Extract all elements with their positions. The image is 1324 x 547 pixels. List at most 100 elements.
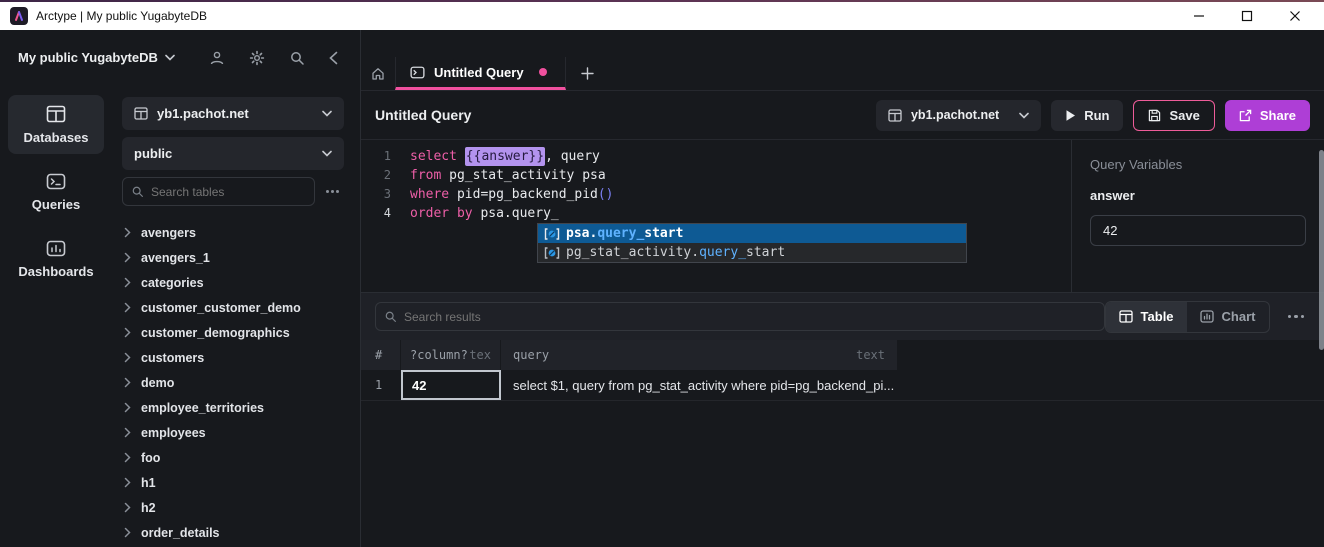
cell[interactable]: select $1, query from pg_stat_activity w… <box>501 370 898 400</box>
window-title: Arctype | My public YugabyteDB <box>36 9 207 23</box>
code-line: 2from pg_stat_activity psa <box>361 166 1071 185</box>
table-view-button[interactable]: Table <box>1106 302 1187 332</box>
settings-gear-icon[interactable] <box>249 50 265 66</box>
chevron-down-icon <box>1019 112 1029 119</box>
bar-chart-icon <box>46 240 66 257</box>
maximize-button[interactable] <box>1240 9 1254 23</box>
unsaved-dot <box>539 68 547 76</box>
sidebar-item-dashboards[interactable]: Dashboards <box>8 230 104 288</box>
sidebar-item-label: Queries <box>32 197 80 212</box>
search-icon[interactable] <box>289 50 305 66</box>
code-line: 4order by psa.query_ <box>361 204 1071 223</box>
schema-select[interactable]: public <box>122 137 344 170</box>
search-icon <box>384 310 397 323</box>
chevron-down-icon <box>165 54 175 61</box>
minimize-button[interactable] <box>1192 9 1206 23</box>
code-line: 3where pid=pg_backend_pid() <box>361 185 1071 204</box>
search-tables-input[interactable] <box>122 177 315 206</box>
table-browser: yb1.pachot.net public <box>112 85 360 547</box>
tab-bar: Untitled Query <box>361 57 1324 91</box>
column-header[interactable]: query text <box>501 340 898 370</box>
app-shell: My public YugabyteDB <box>0 30 1324 547</box>
table-list-item[interactable]: customer_demographics <box>122 320 344 345</box>
run-label: Run <box>1084 108 1109 123</box>
table-grid-icon <box>134 107 148 120</box>
tab-untitled-query[interactable]: Untitled Query <box>395 57 566 90</box>
close-button[interactable] <box>1288 9 1302 23</box>
chevron-right-icon <box>124 452 131 463</box>
user-icon[interactable] <box>209 50 225 66</box>
chevron-right-icon <box>124 302 131 313</box>
results-more-button[interactable] <box>1282 315 1311 319</box>
chevron-right-icon <box>124 377 131 388</box>
server-select[interactable]: yb1.pachot.net <box>122 97 344 130</box>
autocomplete-item[interactable]: pg_stat_activity.query_start <box>538 243 966 262</box>
table-view-icon <box>1119 310 1133 323</box>
tables-more-button[interactable] <box>321 190 344 193</box>
new-tab-button[interactable] <box>566 57 610 90</box>
table-list-item[interactable]: customers <box>122 345 344 370</box>
external-link-icon <box>1239 109 1252 122</box>
column-header[interactable]: ?column? tex <box>401 340 501 370</box>
table-list-item[interactable]: employee_territories <box>122 395 344 420</box>
chevron-right-icon <box>124 402 131 413</box>
query-variables-title: Query Variables <box>1090 157 1306 172</box>
table-list-item[interactable]: demo <box>122 370 344 395</box>
save-button[interactable]: Save <box>1133 100 1214 131</box>
table-list-item[interactable]: categories <box>122 270 344 295</box>
table-list-item[interactable]: customer_customer_demo <box>122 295 344 320</box>
chevron-right-icon <box>124 502 131 513</box>
table-list-item[interactable]: employees <box>122 420 344 445</box>
sidebar-item-databases[interactable]: Databases <box>8 95 104 154</box>
column-header-index[interactable]: # <box>361 340 401 370</box>
table-list-item[interactable]: avengers <box>122 220 344 245</box>
collapse-sidebar-icon[interactable] <box>329 51 338 65</box>
search-results-input[interactable] <box>375 302 1105 331</box>
titlebar: Arctype | My public YugabyteDB <box>0 2 1324 30</box>
chart-view-icon <box>1200 310 1214 323</box>
variable-name: answer <box>1090 188 1306 203</box>
code-line: 1select {{answer}}, query <box>361 147 1071 166</box>
run-button[interactable]: Run <box>1051 100 1123 131</box>
chevron-right-icon <box>124 477 131 488</box>
table-list-item[interactable]: h1 <box>122 470 344 495</box>
column-type: text <box>856 348 885 362</box>
scrollbar-thumb[interactable] <box>1319 150 1324 350</box>
variable-value-input[interactable] <box>1090 215 1306 246</box>
results-toolbar: Table Chart <box>361 292 1324 340</box>
sql-editor[interactable]: 1select {{answer}}, query 2from pg_stat_… <box>361 140 1071 292</box>
query-header: Untitled Query yb1.pachot.net Run Save <box>361 91 1324 140</box>
row-index[interactable]: 1 <box>361 370 401 400</box>
plus-icon <box>581 67 594 80</box>
query-variable-chip[interactable]: {{answer}} <box>465 147 545 166</box>
autocomplete-item-selected[interactable]: psa.query_start <box>538 224 966 243</box>
column-type: tex <box>469 348 491 362</box>
query-server-select[interactable]: yb1.pachot.net <box>876 100 1041 131</box>
play-icon <box>1065 109 1076 122</box>
sidebar-item-queries[interactable]: Queries <box>8 163 104 221</box>
chart-view-button[interactable]: Chart <box>1187 302 1269 332</box>
results-table: # ?column? tex query text 1 42 select $1… <box>361 340 1324 401</box>
arctype-logo-icon <box>10 7 28 25</box>
query-variables-panel: Query Variables answer <box>1071 140 1324 292</box>
tab-home[interactable] <box>361 57 395 90</box>
workspace-switcher[interactable]: My public YugabyteDB <box>0 30 360 85</box>
table-list-item[interactable]: avengers_1 <box>122 245 344 270</box>
table-row: 1 42 select $1, query from pg_stat_activ… <box>361 370 1324 401</box>
table-list-item[interactable]: order_details <box>122 520 344 545</box>
chevron-down-icon <box>322 150 332 157</box>
chevron-down-icon <box>322 110 332 117</box>
chevron-right-icon <box>124 327 131 338</box>
share-button[interactable]: Share <box>1225 100 1310 131</box>
editor-workspace: 1select {{answer}}, query 2from pg_stat_… <box>361 140 1324 292</box>
tab-label: Untitled Query <box>434 65 524 80</box>
table-list-item[interactable]: h2 <box>122 495 344 520</box>
chevron-right-icon <box>124 227 131 238</box>
save-icon <box>1148 109 1161 122</box>
table-list: avengers avengers_1 categories customer_… <box>122 220 344 545</box>
nav-rail: Databases Queries Dashboards <box>0 85 112 547</box>
table-grid-icon <box>888 109 902 122</box>
selected-cell[interactable]: 42 <box>401 370 501 400</box>
results-table-header: # ?column? tex query text <box>361 340 1324 370</box>
table-list-item[interactable]: foo <box>122 445 344 470</box>
